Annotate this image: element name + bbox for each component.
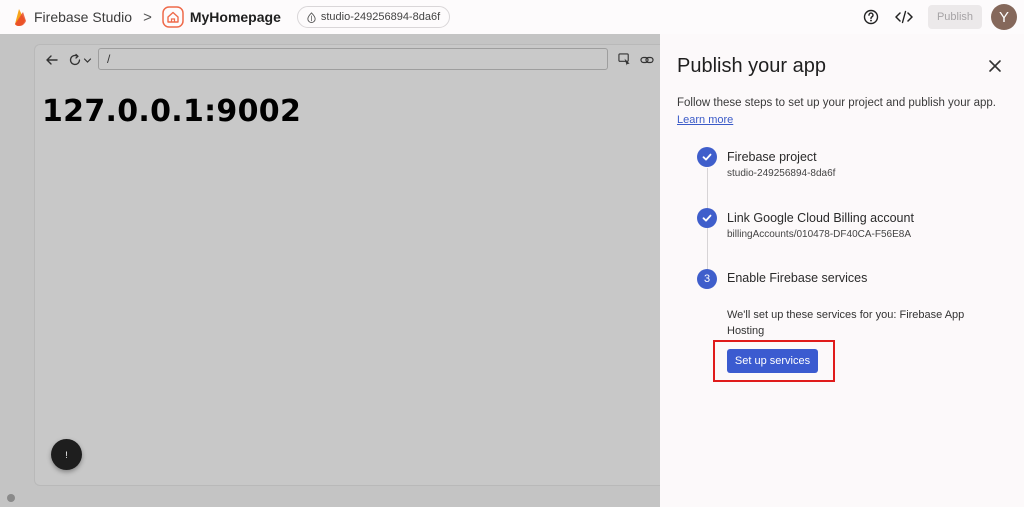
preview-page-heading: 127.0.0.1:9002 [42, 94, 302, 129]
home-icon[interactable] [162, 6, 184, 28]
avatar[interactable]: Y [991, 4, 1017, 30]
check-icon [702, 153, 712, 161]
step-2-title: Link Google Cloud Billing account [727, 211, 914, 225]
code-icon [895, 10, 913, 24]
publish-button[interactable]: Publish [928, 5, 982, 29]
check-icon [702, 214, 712, 222]
back-arrow-icon[interactable] [45, 53, 59, 67]
step-1-title: Firebase project [727, 150, 817, 164]
preview-area: / 127.0.0.1:9002 ! [0, 34, 660, 507]
panel-description: Follow these steps to set up your projec… [677, 97, 996, 109]
brand-name: Firebase Studio [34, 9, 133, 25]
inspect-icon[interactable] [618, 53, 631, 66]
reload-icon[interactable] [68, 53, 82, 67]
firebase-flame-icon [15, 9, 26, 26]
step-1-subtitle: studio-249256894-8da6f [727, 168, 836, 179]
code-view-button[interactable] [894, 7, 914, 27]
workspace-chip[interactable]: studio-249256894-8da6f [296, 6, 451, 28]
workspace-id: studio-249256894-8da6f [320, 11, 441, 23]
help-button[interactable] [861, 7, 881, 27]
panel-title: Publish your app [677, 55, 826, 77]
brand[interactable]: Firebase Studio [12, 7, 132, 27]
services-description: We'll set up these services for you: Fir… [727, 309, 965, 337]
workspace-icon [307, 11, 316, 23]
chevron-down-icon[interactable] [83, 56, 92, 65]
url-input[interactable]: / [98, 48, 608, 70]
chevron-right-icon: > [143, 8, 152, 26]
set-up-services-button[interactable]: Set up services [727, 349, 818, 373]
link-icon[interactable] [640, 53, 654, 67]
top-bar: Firebase Studio > MyHomepage studio-2492… [0, 0, 1024, 34]
close-icon[interactable] [986, 57, 1004, 75]
step-2-badge [697, 208, 717, 228]
help-icon [863, 9, 879, 25]
top-right-actions: Publish Y [861, 0, 1024, 34]
step-1-badge [697, 147, 717, 167]
publish-panel: Publish your app Follow these steps to s… [660, 34, 1024, 507]
step-3-badge: 3 [697, 269, 717, 289]
status-indicator [7, 494, 15, 502]
step-3-title: Enable Firebase services [727, 271, 868, 285]
floating-action-button[interactable]: ! [51, 439, 82, 470]
learn-more-link[interactable]: Learn more [677, 114, 733, 126]
step-2-subtitle: billingAccounts/010478-DF40CA-F56E8A [727, 229, 911, 240]
project-name[interactable]: MyHomepage [190, 9, 281, 25]
